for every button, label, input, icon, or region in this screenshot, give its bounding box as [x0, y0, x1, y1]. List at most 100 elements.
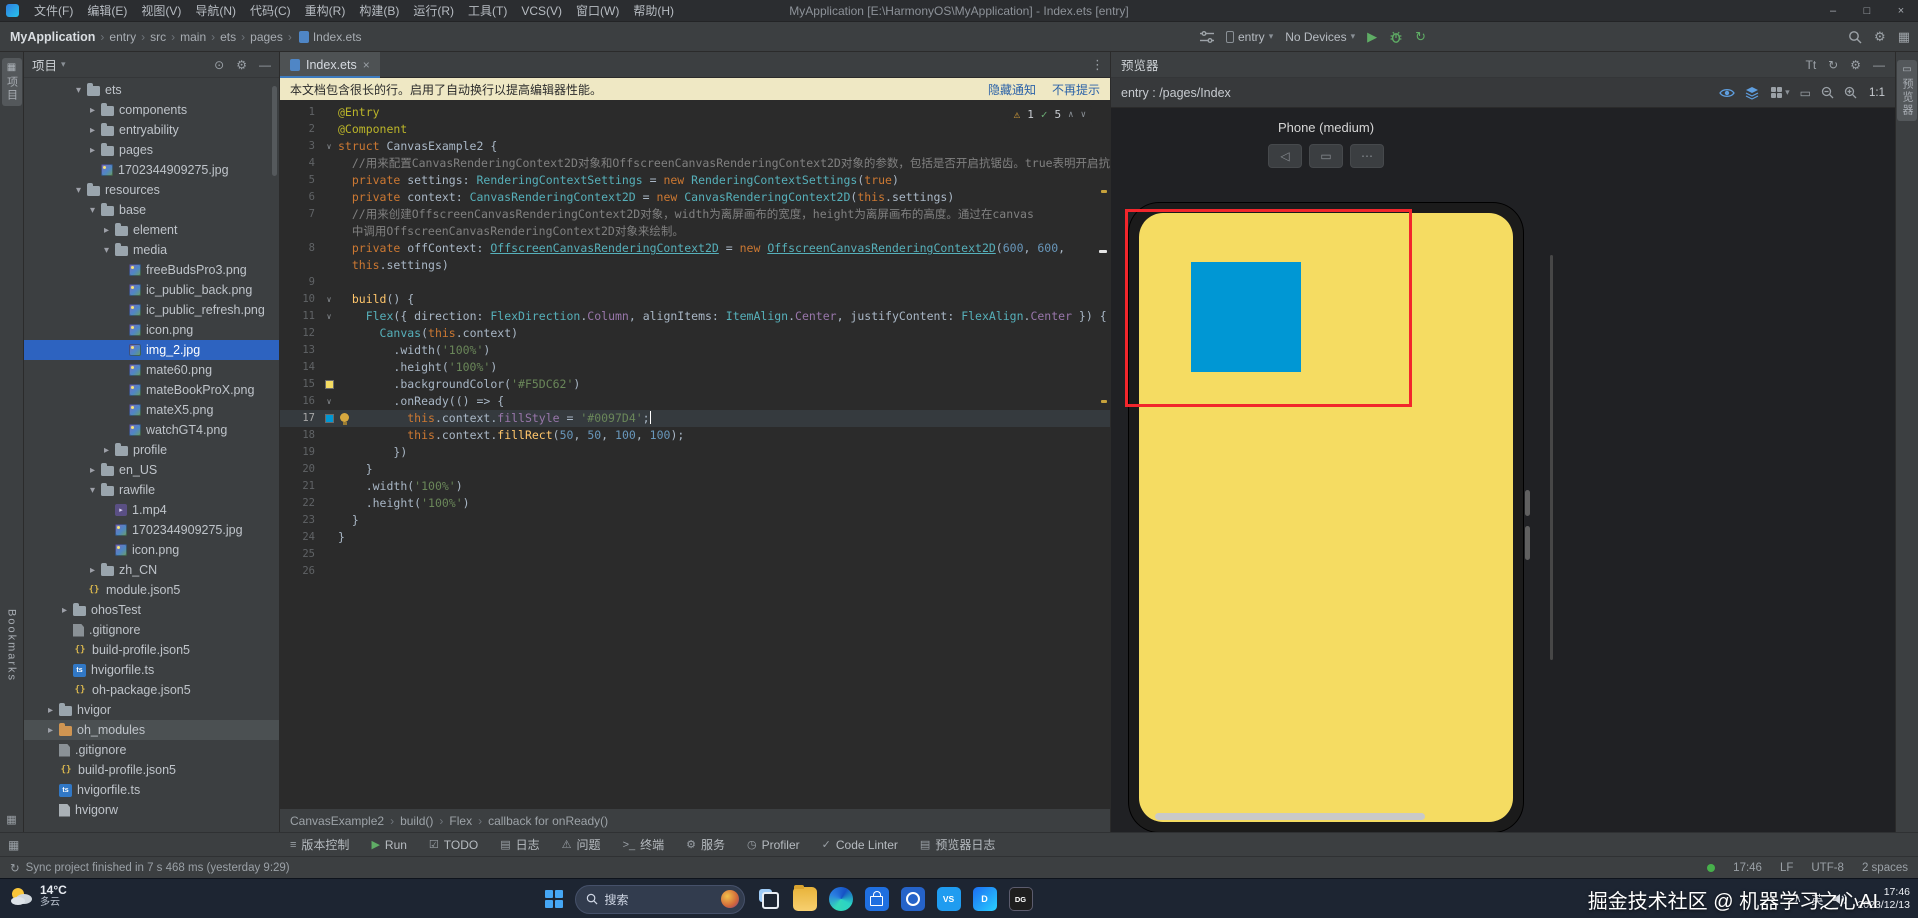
menu-item[interactable]: 重构(R) — [298, 0, 353, 22]
tree-item[interactable]: icon.png — [24, 320, 279, 340]
chevron-down-icon[interactable]: ▾ — [100, 245, 113, 256]
start-button[interactable] — [545, 890, 563, 908]
menu-item[interactable]: 导航(N) — [188, 0, 243, 22]
search-icon[interactable] — [1848, 30, 1862, 44]
weather-widget[interactable]: 14°C 多云 — [8, 883, 67, 909]
tab-index-ets[interactable]: Index.ets × — [280, 51, 380, 78]
tree-item[interactable]: watchGT4.png — [24, 420, 279, 440]
tree-item[interactable]: mateBookProX.png — [24, 380, 279, 400]
chevron-down-icon[interactable]: ▾ — [72, 85, 85, 96]
code-line[interactable]: 13 .width('100%') — [280, 342, 1110, 359]
color-chip[interactable] — [324, 414, 334, 423]
ime-indicator[interactable]: 英 — [1811, 891, 1823, 908]
indent-setting[interactable]: 2 spaces — [1862, 862, 1908, 874]
code-line[interactable]: 4 //用来配置CanvasRenderingContext2D对象和Offsc… — [280, 155, 1110, 172]
code-line[interactable]: 18 this.context.fillRect(50, 50, 100, 10… — [280, 427, 1110, 444]
tree-item[interactable]: mateX5.png — [24, 400, 279, 420]
settings-sliders-icon[interactable] — [1200, 30, 1214, 43]
tool-window-button-日志[interactable]: ▤ 日志 — [500, 836, 539, 853]
inspections-widget[interactable]: ⚠ 1 ✓ 5 ∧ ∨ — [1007, 106, 1092, 123]
tool-window-button-Profiler[interactable]: ◷ Profiler — [747, 836, 800, 853]
tree-item[interactable]: {} build-profile.json5 — [24, 760, 279, 780]
run-config-select[interactable]: entry ▾ — [1226, 30, 1273, 44]
tree-item[interactable]: ic_public_back.png — [24, 280, 279, 300]
tree-item[interactable]: {} build-profile.json5 — [24, 640, 279, 660]
dont-show-again-link[interactable]: 不再提示 — [1052, 81, 1100, 98]
prev-issue-icon[interactable]: ∧ — [1068, 110, 1073, 120]
chevron-right-icon[interactable]: ▸ — [86, 105, 99, 116]
chevron-down-icon[interactable]: ▾ — [61, 59, 66, 70]
code-line[interactable]: 10 ∨ build() { — [280, 291, 1110, 308]
fold-arrow-icon[interactable]: ∨ — [327, 142, 332, 151]
code-line[interactable]: 17 this.context.fillStyle = '#0097D4'; — [280, 410, 1110, 427]
back-button[interactable]: ◁ — [1268, 144, 1302, 168]
code-line[interactable]: 20 } — [280, 461, 1110, 478]
run-button[interactable]: ▶ — [1367, 29, 1377, 45]
code-line[interactable]: 12 Canvas(this.context) — [280, 325, 1110, 342]
code-editor[interactable]: 1 @Entry 2 @Component 3 ∨ struct CanvasExample… — [280, 100, 1110, 808]
close-button[interactable]: × — [1884, 0, 1918, 22]
breadcrumb-item[interactable]: entry — [109, 30, 136, 44]
tool-window-button-问题[interactable]: ⚠ 问题 — [562, 836, 601, 853]
tree-item[interactable]: ts hvigorfile.ts — [24, 780, 279, 800]
code-line[interactable]: 2 @Component — [280, 121, 1110, 138]
component-layers-icon[interactable] — [1745, 86, 1759, 100]
chevron-right-icon[interactable]: ▸ — [100, 445, 113, 456]
code-line[interactable]: 3 ∨ struct CanvasExample2 { — [280, 138, 1110, 155]
settings-gear-icon[interactable]: ⚙ — [1874, 29, 1886, 45]
status-message[interactable]: Sync project finished in 7 s 468 ms (yes… — [26, 862, 290, 874]
breadcrumb-item[interactable]: pages — [250, 30, 283, 44]
inspector-eye-icon[interactable] — [1718, 87, 1735, 99]
tree-item[interactable]: ▸ element — [24, 220, 279, 240]
tree-item[interactable]: ▸ ohosTest — [24, 600, 279, 620]
home-button[interactable]: ▭ — [1309, 144, 1343, 168]
breadcrumb-item[interactable]: CanvasExample2 — [290, 814, 384, 828]
code-line[interactable]: 中调用OffscreenCanvasRenderingContext2D对象来绘… — [280, 223, 1110, 240]
tree-item[interactable]: {} oh-package.json5 — [24, 680, 279, 700]
tree-item[interactable]: ▾ rawfile — [24, 480, 279, 500]
code-line[interactable]: 7 //用来创建OffscreenCanvasRenderingContext2… — [280, 206, 1110, 223]
chevron-right-icon[interactable]: ▸ — [86, 565, 99, 576]
font-size-icon[interactable]: Tt — [1806, 58, 1817, 72]
code-line[interactable]: 1 @Entry — [280, 104, 1110, 121]
tab-options-icon[interactable]: ⋮ — [1091, 57, 1104, 73]
tree-item[interactable]: icon.png — [24, 540, 279, 560]
volume-icon[interactable] — [1833, 893, 1848, 905]
code-line[interactable]: 8 private offContext: OffscreenCanvasRen… — [280, 240, 1110, 257]
previewer-settings-icon[interactable]: ⚙ — [1850, 58, 1861, 72]
hot-reload-button[interactable]: ↻ — [1415, 29, 1426, 45]
chevron-right-icon[interactable]: ▸ — [58, 605, 71, 616]
code-line[interactable]: 22 .height('100%') — [280, 495, 1110, 512]
menu-item[interactable]: 构建(B) — [352, 0, 406, 22]
menu-item[interactable]: 帮助(H) — [626, 0, 681, 22]
menu-item[interactable]: 代码(C) — [243, 0, 298, 22]
code-line[interactable]: this.settings) — [280, 257, 1110, 274]
color-chip[interactable] — [324, 380, 334, 389]
hide-notification-link[interactable]: 隐藏通知 — [988, 81, 1036, 98]
zoom-out-icon[interactable] — [1821, 86, 1834, 99]
chevron-down-icon[interactable]: ▾ — [1785, 87, 1790, 98]
fold-arrow-icon[interactable]: ∨ — [327, 397, 332, 406]
next-issue-icon[interactable]: ∨ — [1081, 110, 1086, 120]
code-line[interactable]: 14 .height('100%') — [280, 359, 1110, 376]
tree-item[interactable]: .gitignore — [24, 620, 279, 640]
preview-scrollbar[interactable] — [1550, 255, 1553, 660]
photos-icon[interactable] — [900, 887, 925, 911]
tree-scrollbar[interactable] — [272, 86, 277, 176]
tray-expand-icon[interactable]: ∧ — [1794, 894, 1801, 905]
menu-item[interactable]: 文件(F) — [27, 0, 80, 22]
chevron-right-icon[interactable]: ▸ — [86, 465, 99, 476]
file-explorer-icon[interactable] — [792, 885, 817, 911]
menu-item[interactable]: 工具(T) — [461, 0, 514, 22]
breadcrumb-item[interactable]: main — [180, 30, 206, 44]
debug-button[interactable] — [1389, 30, 1403, 44]
locate-file-icon[interactable]: ⊙ — [214, 58, 224, 72]
more-options-button[interactable]: ⋯ — [1350, 144, 1384, 168]
code-line[interactable]: 26 — [280, 563, 1110, 580]
tree-item[interactable]: 1702344909275.jpg — [24, 520, 279, 540]
menu-item[interactable]: 编辑(E) — [80, 0, 134, 22]
chevron-down-icon[interactable]: ▾ — [86, 485, 99, 496]
menu-item[interactable]: 视图(V) — [134, 0, 188, 22]
fold-arrow-icon[interactable]: ∨ — [327, 312, 332, 321]
breadcrumb-item[interactable]: src — [150, 30, 166, 44]
